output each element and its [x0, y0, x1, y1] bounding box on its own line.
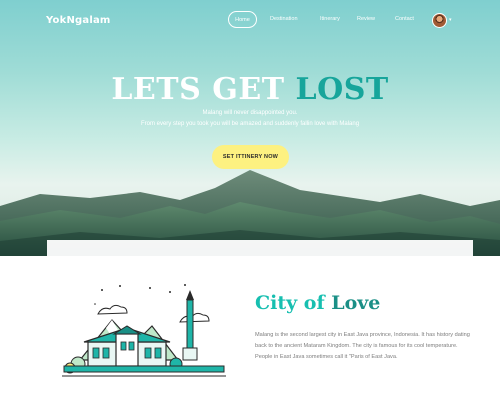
- top-navigation: YokNgalam Home Destination Itinerary Rev…: [0, 0, 500, 42]
- nav-item-home[interactable]: Home: [228, 11, 257, 28]
- hero-subtitle-line-2: From every step you took you will be ama…: [140, 121, 360, 127]
- nav-item-destination[interactable]: Destination: [270, 16, 298, 22]
- avatar[interactable]: [432, 13, 447, 28]
- city-of-love-title: City of Love: [255, 292, 380, 314]
- headline-accent-text: LOST: [295, 72, 389, 107]
- city-title-second: Love: [331, 292, 381, 314]
- hero-section: YokNgalam Home Destination Itinerary Rev…: [0, 0, 500, 256]
- headline-white-text: LETS GET: [111, 72, 296, 107]
- content-card-edge: [47, 240, 473, 258]
- hero-subtitle-line-1: Malang will never disappointed you.: [202, 110, 298, 116]
- city-title-first: City of: [255, 292, 332, 314]
- city-illustration: [62, 284, 226, 377]
- nav-item-contact[interactable]: Contact: [395, 16, 414, 22]
- nav-item-itinerary[interactable]: Itinerary: [320, 16, 340, 22]
- hero-headline: LETS GET LOST: [0, 72, 500, 107]
- set-itinerary-button[interactable]: Set Ittinery now: [212, 145, 289, 169]
- nav-item-review[interactable]: Review: [357, 16, 375, 22]
- brand-logo[interactable]: YokNgalam: [46, 15, 111, 26]
- city-description: Malang is the second largest city in Eas…: [255, 332, 470, 361]
- chevron-down-icon[interactable]: ▾: [449, 17, 452, 23]
